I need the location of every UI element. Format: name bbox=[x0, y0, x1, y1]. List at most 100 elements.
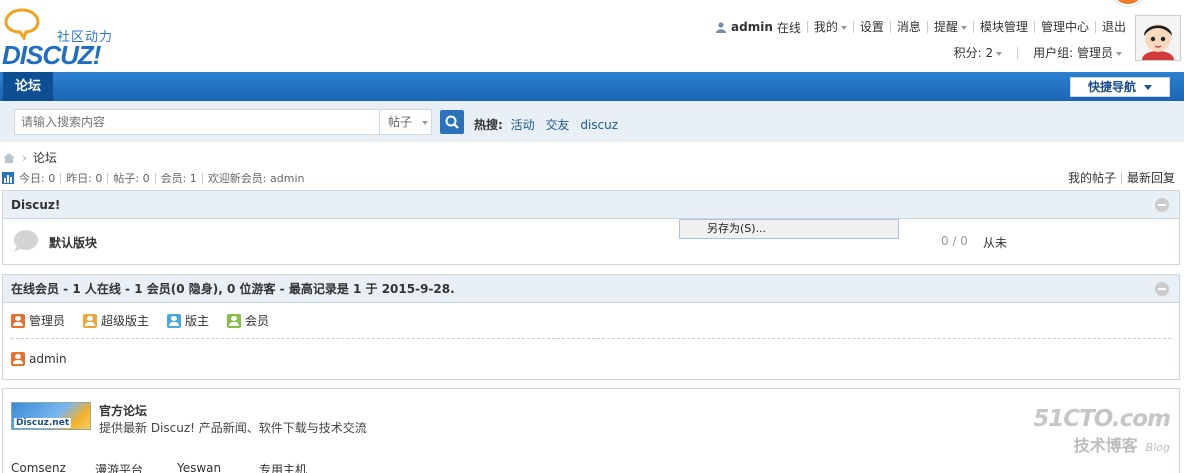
online-user-list: admin bbox=[11, 339, 1171, 379]
latest-replies-link[interactable]: 最新回复 bbox=[1120, 172, 1180, 184]
stat-welcome: 欢迎新会员: admin bbox=[201, 172, 310, 184]
my-menu[interactable]: 我的 bbox=[806, 20, 853, 34]
search-input[interactable] bbox=[15, 110, 377, 134]
partner-link[interactable]: Yeswan bbox=[177, 461, 259, 473]
category-panel: Discuz! 默认版块 0 / 0 从未 bbox=[2, 190, 1180, 265]
online-header: 在线会员 - 1 人在线 - 1 会员(0 隐身), 0 位游客 - 最高记录是… bbox=[3, 275, 1179, 303]
notification-dot bbox=[1114, 0, 1142, 6]
quick-nav-button[interactable]: 快捷导航 bbox=[1070, 77, 1170, 97]
site-logo[interactable]: 社区动力 DISCUZ! bbox=[2, 6, 132, 70]
online-title: 在线会员 - 1 人在线 - 1 会员(0 隐身), 0 位游客 - 最高记录是… bbox=[11, 282, 455, 296]
context-menu-save-as[interactable]: 另存为(S)... bbox=[679, 219, 899, 239]
messages-link[interactable]: 消息 bbox=[889, 21, 927, 33]
admin-center-link[interactable]: 管理中心 bbox=[1033, 21, 1095, 33]
divider bbox=[1017, 46, 1019, 59]
partner-title-link[interactable]: 官方论坛 bbox=[99, 402, 147, 419]
user-toolbar: admin 在线 我的 设置 消息 提醒 模块管理 管理中心 退出 bbox=[716, 19, 1132, 35]
supermod-user-icon bbox=[83, 313, 98, 328]
legend-item: 会员 bbox=[227, 312, 269, 329]
username-link[interactable]: admin bbox=[731, 20, 773, 34]
forum-bubble-icon bbox=[14, 230, 38, 252]
hot-keyword[interactable]: discuz bbox=[580, 118, 618, 132]
member-user-icon bbox=[227, 313, 242, 328]
partner-logo-text: Discuz.net bbox=[14, 418, 72, 428]
quick-nav-label: 快捷导航 bbox=[1087, 80, 1136, 94]
watermark: 51CTO.com 技术博客 Blog bbox=[1033, 406, 1171, 456]
avatar[interactable] bbox=[1135, 15, 1181, 61]
partner-link[interactable]: 专用主机 bbox=[259, 461, 329, 473]
moderator-user-icon bbox=[167, 313, 182, 328]
forum-stats: 今日: 0 昨日: 0 帖子: 0 会员: 1 欢迎新会员: admin bbox=[2, 172, 309, 184]
stat-posts: 帖子: 0 bbox=[107, 172, 154, 184]
settings-link[interactable]: 设置 bbox=[852, 21, 890, 33]
points-label: 积分: 2 bbox=[953, 46, 994, 60]
stat-members: 会员: 1 bbox=[154, 172, 202, 184]
my-posts-link[interactable]: 我的帖子 bbox=[1063, 172, 1121, 184]
partner-panel: Discuz.net 官方论坛 提供最新 Discuz! 产品新闻、软件下载与技… bbox=[2, 388, 1180, 473]
post-links: 我的帖子 最新回复 bbox=[1063, 172, 1180, 184]
forum-row: 默认版块 0 / 0 从未 bbox=[3, 219, 1179, 263]
reminders-label: 提醒 bbox=[933, 20, 958, 34]
breadcrumb: › 论坛 bbox=[2, 149, 57, 166]
search-button[interactable] bbox=[440, 110, 464, 134]
hot-search: 热搜: 活动 交友 discuz bbox=[474, 116, 625, 133]
admin-user-icon bbox=[11, 352, 25, 366]
watermark-line3: Blog bbox=[1145, 441, 1170, 454]
search-type-select[interactable]: 帖子 bbox=[379, 110, 431, 134]
user-subbar: 积分: 2 用户组: 管理员 bbox=[954, 44, 1122, 61]
watermark-line2: 技术博客 bbox=[1073, 436, 1138, 455]
partner-link[interactable]: 漫游平台 bbox=[95, 461, 177, 473]
module-management-link[interactable]: 模块管理 bbox=[972, 21, 1034, 33]
usergroup-label: 用户组: 管理员 bbox=[1033, 46, 1113, 60]
breadcrumb-separator: › bbox=[22, 150, 27, 165]
legend-label: 管理员 bbox=[29, 314, 66, 328]
breadcrumb-current: 论坛 bbox=[32, 151, 57, 165]
caret-down-icon bbox=[1144, 85, 1152, 90]
online-panel: 在线会员 - 1 人在线 - 1 会员(0 隐身), 0 位游客 - 最高记录是… bbox=[2, 274, 1180, 380]
chevron-down-icon bbox=[996, 51, 1003, 56]
search-type-label: 帖子 bbox=[388, 115, 413, 129]
legend-label: 版主 bbox=[185, 314, 210, 328]
user-icon bbox=[716, 21, 727, 33]
watermark-line1: 51CTO.com bbox=[1033, 406, 1171, 432]
forum-name-link[interactable]: 默认版块 bbox=[49, 234, 97, 251]
stat-today: 今日: 0 bbox=[19, 171, 56, 185]
collapse-icon[interactable] bbox=[1155, 198, 1169, 212]
chevron-down-icon bbox=[840, 25, 847, 30]
legend-item: 管理员 bbox=[11, 312, 65, 329]
nav-tab-forum[interactable]: 论坛 bbox=[3, 72, 54, 101]
chevron-down-icon bbox=[960, 25, 967, 30]
online-status: 在线 bbox=[776, 20, 801, 35]
legend-item: 版主 bbox=[167, 312, 209, 329]
partner-description: 提供最新 Discuz! 产品新闻、软件下载与技术交流 bbox=[99, 421, 367, 435]
online-user-link[interactable]: admin bbox=[29, 352, 67, 366]
reminders-menu[interactable]: 提醒 bbox=[926, 20, 973, 34]
category-title[interactable]: Discuz! bbox=[11, 198, 60, 212]
legend-item: 超级版主 bbox=[83, 312, 149, 329]
my-menu-label: 我的 bbox=[813, 20, 838, 34]
search-bar: 帖子 热搜: 活动 交友 discuz bbox=[0, 101, 1184, 142]
logo-bubble-icon bbox=[4, 8, 40, 40]
chevron-down-icon bbox=[422, 120, 429, 125]
hot-search-label: 热搜: bbox=[474, 118, 503, 132]
partner-block: Discuz.net 官方论坛 提供最新 Discuz! 产品新闻、软件下载与技… bbox=[3, 389, 1179, 473]
category-header: Discuz! bbox=[3, 191, 1179, 219]
logo-wordmark: DISCUZ! bbox=[2, 40, 101, 70]
stats-chart-icon bbox=[2, 172, 14, 184]
chevron-down-icon bbox=[1116, 51, 1122, 56]
stat-yesterday: 昨日: 0 bbox=[60, 172, 107, 184]
hot-keyword[interactable]: 交友 bbox=[545, 118, 569, 132]
collapse-icon[interactable] bbox=[1155, 282, 1169, 296]
usergroup-menu[interactable]: 用户组: 管理员 bbox=[1033, 44, 1122, 61]
main-nav: 论坛 快捷导航 bbox=[0, 72, 1184, 101]
hot-keyword[interactable]: 活动 bbox=[511, 118, 535, 132]
partner-link[interactable]: Comsenz bbox=[11, 461, 95, 473]
discuz-net-logo[interactable]: Discuz.net bbox=[11, 402, 91, 430]
home-icon[interactable] bbox=[2, 152, 16, 164]
forum-counts: 0 / 0 bbox=[941, 234, 968, 248]
legend-label: 超级版主 bbox=[101, 314, 150, 328]
points-menu[interactable]: 积分: 2 bbox=[954, 44, 1003, 61]
forum-last-post: 从未 bbox=[983, 236, 1008, 250]
search-box: 帖子 bbox=[14, 109, 432, 135]
logout-link[interactable]: 退出 bbox=[1094, 21, 1132, 33]
